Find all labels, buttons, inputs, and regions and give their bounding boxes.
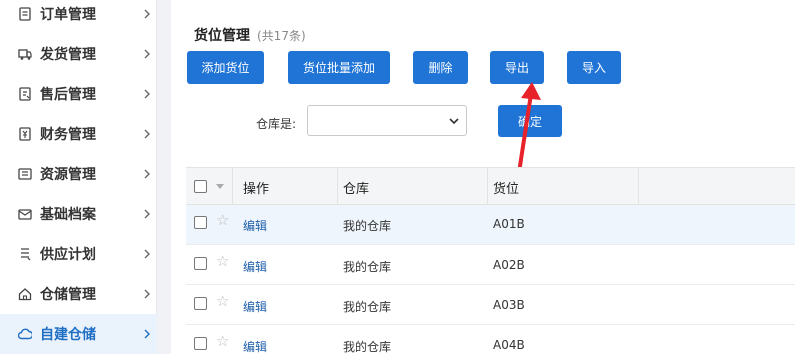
column-header-action: 操作	[243, 182, 270, 197]
warehouse-cell: 我的仓库	[343, 340, 392, 354]
sidebar-item-label: 售后管理	[40, 87, 96, 103]
sidebar-item-label: 订单管理	[40, 7, 96, 23]
table-header: 操作 仓库 货位	[186, 167, 795, 206]
star-icon[interactable]: ☆	[216, 254, 229, 269]
edit-link[interactable]: 编辑	[243, 298, 267, 315]
warehouse-filter-label: 仓库是:	[256, 117, 297, 131]
column-header-warehouse: 仓库	[343, 182, 370, 197]
row-checkbox[interactable]	[194, 216, 207, 229]
chevron-right-icon	[144, 329, 150, 339]
sidebar-item-self-warehouse[interactable]: 自建仓储	[0, 314, 157, 354]
main-panel: 货位管理 (共17条) 添加货位 货位批量添加 删除 导出 导入 仓库是: 确定…	[171, 0, 795, 354]
sidebar-item-label: 资源管理	[40, 167, 96, 183]
row-checkbox[interactable]	[194, 297, 207, 310]
location-cell: A01B	[493, 217, 525, 231]
chevron-right-icon	[144, 209, 150, 219]
column-divider	[638, 168, 639, 206]
edit-link[interactable]: 编辑	[243, 258, 267, 275]
sidebar-item-resources[interactable]: 资源管理	[0, 154, 157, 194]
sidebar-item-orders[interactable]: 订单管理	[0, 0, 157, 34]
sidebar-item-label: 仓储管理	[40, 287, 96, 303]
chevron-right-icon	[144, 129, 150, 139]
chevron-right-icon	[144, 9, 150, 19]
chevron-right-icon	[144, 49, 150, 59]
table-row[interactable]: ☆ 编辑 我的仓库 A01B	[186, 205, 795, 245]
warehouse-cell: 我的仓库	[343, 260, 392, 274]
table-row[interactable]: ☆ 编辑 我的仓库 A02B	[186, 245, 795, 285]
aftersale-icon	[19, 87, 31, 101]
app-root: 订单管理 发货管理 售后管理 财务管理 资源管理 基础档案 供应计划 仓储管理 …	[0, 0, 795, 354]
annotation-arrow-icon	[518, 82, 541, 168]
row-checkbox[interactable]	[194, 337, 207, 350]
star-icon[interactable]: ☆	[216, 334, 229, 349]
chevron-right-icon	[144, 289, 150, 299]
star-icon[interactable]: ☆	[216, 294, 229, 309]
order-icon	[19, 7, 31, 21]
chevron-down-icon	[449, 118, 459, 125]
location-cell: A04B	[493, 338, 525, 352]
column-divider	[487, 168, 488, 206]
mail-icon	[18, 209, 32, 220]
sidebar-item-warehouse[interactable]: 仓储管理	[0, 274, 157, 314]
edit-link[interactable]: 编辑	[243, 217, 267, 234]
chevron-right-icon	[144, 169, 150, 179]
table-row[interactable]: ☆ 编辑 我的仓库 A03B	[186, 285, 795, 325]
page-title: 货位管理	[194, 28, 250, 44]
sidebar-item-label: 基础档案	[40, 207, 96, 223]
sidebar-item-finance[interactable]: 财务管理	[0, 114, 157, 154]
sidebar-item-shipping[interactable]: 发货管理	[0, 34, 157, 74]
cloud-icon	[18, 328, 32, 340]
delete-button[interactable]: 删除	[413, 51, 468, 84]
column-header-location: 货位	[493, 182, 520, 197]
star-icon[interactable]: ☆	[216, 213, 229, 228]
chevron-right-icon	[144, 89, 150, 99]
finance-icon	[19, 127, 31, 141]
column-divider	[337, 168, 338, 206]
sidebar-item-label: 自建仓储	[40, 327, 96, 343]
edit-link[interactable]: 编辑	[243, 338, 267, 354]
import-button[interactable]: 导入	[567, 51, 621, 84]
resource-icon	[18, 168, 32, 180]
sidebar-item-supply-plan[interactable]: 供应计划	[0, 234, 157, 274]
location-cell: A02B	[493, 258, 525, 272]
table-row[interactable]: ☆ 编辑 我的仓库 A04B	[186, 325, 795, 354]
batch-add-location-button[interactable]: 货位批量添加	[288, 51, 390, 84]
sidebar-item-aftersale[interactable]: 售后管理	[0, 74, 157, 114]
sidebar-item-basic-archive[interactable]: 基础档案	[0, 194, 157, 234]
warehouse-select[interactable]	[307, 105, 467, 136]
select-all-checkbox[interactable]	[194, 180, 207, 193]
warehouse-cell: 我的仓库	[343, 300, 392, 314]
sort-down-icon[interactable]	[216, 184, 224, 190]
sidebar: 订单管理 发货管理 售后管理 财务管理 资源管理 基础档案 供应计划 仓储管理 …	[0, 0, 157, 354]
warehouse-cell: 我的仓库	[343, 219, 392, 233]
chevron-right-icon	[144, 249, 150, 259]
add-location-button[interactable]: 添加货位	[187, 51, 264, 84]
record-count: (共17条)	[257, 29, 306, 43]
truck-icon	[18, 49, 32, 60]
plan-icon	[21, 248, 31, 261]
location-cell: A03B	[493, 298, 525, 312]
home-icon	[18, 288, 32, 301]
sidebar-item-label: 发货管理	[40, 47, 96, 63]
sidebar-item-label: 供应计划	[40, 247, 96, 263]
sidebar-item-label: 财务管理	[40, 127, 96, 143]
row-checkbox[interactable]	[194, 257, 207, 270]
column-divider	[232, 168, 233, 206]
